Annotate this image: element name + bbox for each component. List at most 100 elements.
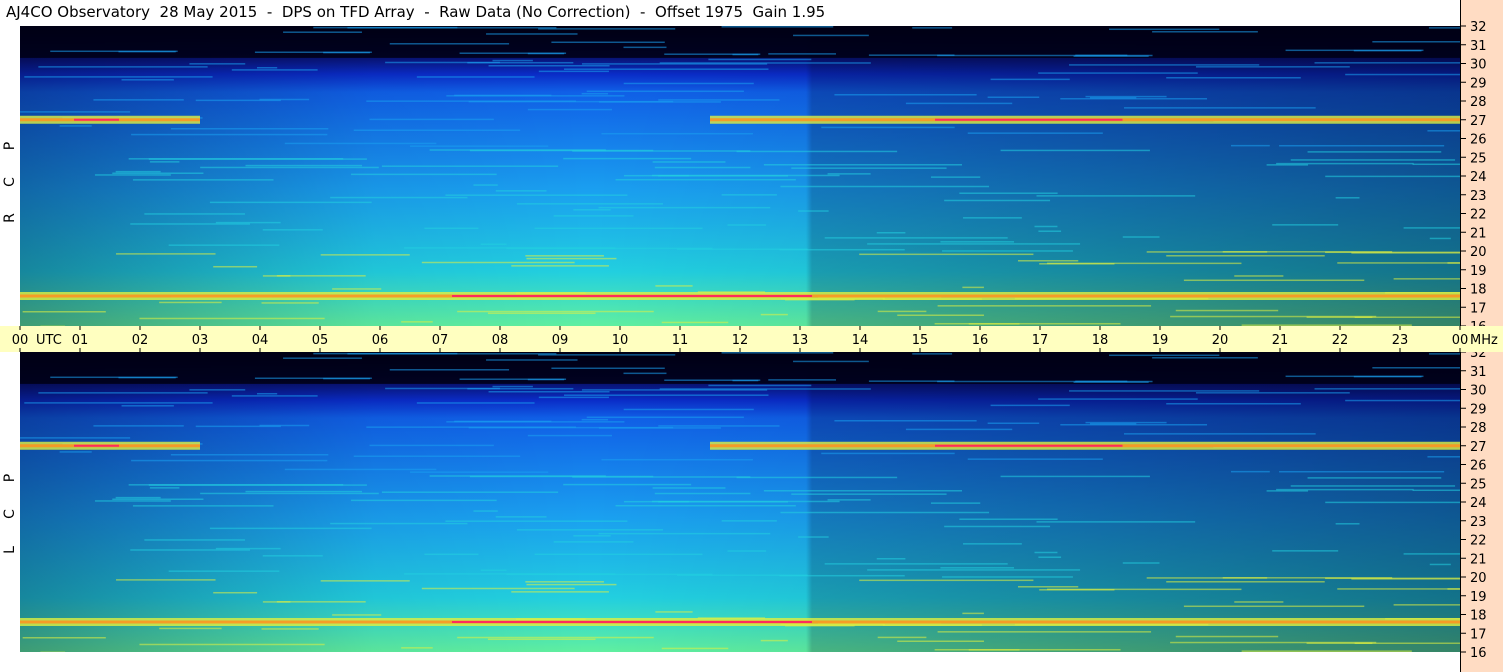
spectral-streak [655, 285, 693, 287]
spectral-streak [1393, 604, 1460, 606]
spectral-streak [793, 360, 869, 363]
spectral-streak [859, 579, 1034, 582]
spectral-streak [283, 31, 362, 33]
spectral-streak [877, 310, 927, 313]
spectral-streak [1069, 390, 1260, 392]
spectral-streak [189, 389, 246, 391]
spectral-streak [369, 444, 494, 447]
frequency-tick-label: 25 [1470, 477, 1487, 492]
spectral-streak [209, 527, 372, 530]
spectral-streak [824, 237, 1008, 239]
spectral-streak [768, 53, 836, 55]
spectral-streak [1290, 485, 1456, 487]
spectral-streak [897, 640, 984, 642]
spectral-streak [332, 614, 382, 616]
frequency-tick-label: 18 [1470, 609, 1487, 624]
spectral-streak [20, 111, 131, 113]
spectral-streak [791, 493, 947, 495]
spectral-streak [661, 321, 729, 324]
spectral-streak [1353, 49, 1422, 52]
spectral-streak [1069, 64, 1260, 66]
spectral-streak [1060, 98, 1208, 100]
spectral-streak [261, 628, 319, 630]
spectral-streak [1447, 262, 1460, 264]
spectral-streak [763, 164, 963, 166]
spectral-streak [834, 420, 977, 422]
spectral-streak [967, 132, 1103, 134]
spectral-streak [144, 539, 246, 541]
frequency-tick-label: 17 [1470, 627, 1487, 642]
spectral-streak [257, 66, 278, 69]
spectral-streak [538, 70, 609, 73]
spectral-streak [492, 385, 533, 388]
spectral-streak [24, 76, 213, 78]
spectral-streak [1017, 586, 1079, 588]
spectral-streak [944, 525, 1051, 528]
spectral-streak [623, 372, 667, 375]
spectral-streak [1427, 456, 1460, 458]
spectral-streak [654, 492, 751, 495]
frequency-tick-label: 31 [1470, 39, 1487, 54]
spectral-streak [962, 286, 984, 289]
spectral-streak [623, 408, 754, 411]
spectral-streak [934, 322, 1121, 325]
spectral-streak [1152, 357, 1258, 359]
spectral-streak [1183, 279, 1365, 282]
time-tick-label: 09 [552, 333, 569, 348]
spectral-streak [492, 59, 533, 62]
spectral-streak [654, 166, 751, 169]
spectral-streak [259, 98, 310, 101]
spectral-streak [1166, 581, 1325, 583]
spectral-streak [245, 490, 363, 493]
time-tick-label: 16 [972, 333, 989, 348]
frequency-tick-label: 17 [1470, 301, 1487, 316]
frequency-axis-top-svg: 1617181920212223242526272829303132 [1460, 0, 1487, 326]
spectral-streak [1403, 553, 1460, 555]
spectral-streak [655, 611, 693, 613]
spectral-streak [381, 165, 559, 167]
spectral-streak [454, 420, 552, 423]
spectral-streak [912, 27, 953, 29]
spectral-streak [347, 353, 557, 355]
spectral-streak [473, 184, 498, 186]
frequency-tick-label: 27 [1470, 114, 1487, 129]
spectral-streak [534, 227, 703, 230]
frequency-tick-label: 26 [1470, 133, 1487, 148]
spectral-streak [487, 638, 596, 641]
spectral-streak [990, 78, 1070, 81]
spectral-streak [1412, 163, 1460, 166]
spectral-streak [468, 426, 674, 429]
time-tick-label: 19 [1152, 333, 1169, 348]
spectral-streak [1345, 399, 1460, 402]
spectral-streak [581, 63, 768, 65]
spectral-streak [598, 532, 771, 535]
spectral-streak [798, 210, 829, 212]
spectral-streak [424, 553, 479, 556]
spectral-streak [1241, 650, 1412, 652]
spectral-streak [601, 132, 753, 135]
spectral-streak [416, 402, 535, 404]
spectrogram-lcp-plot [20, 352, 1460, 652]
frequency-tick-label: 19 [1470, 264, 1487, 279]
spectral-streak [963, 543, 1022, 545]
frequency-tick-label: 22 [1470, 208, 1487, 223]
interference-band-peak [74, 118, 119, 121]
spectral-streak [511, 591, 609, 593]
spectral-streak [1073, 381, 1149, 383]
frequency-tick-label: 19 [1470, 590, 1487, 605]
spectral-streak [760, 639, 788, 642]
spectral-streak [768, 379, 836, 381]
spectral-streak [245, 164, 363, 167]
spectral-streak [262, 229, 323, 231]
spectral-streak [760, 313, 788, 316]
spectral-streak [320, 580, 410, 582]
spectral-streak [320, 254, 410, 256]
spectral-streak [1234, 275, 1284, 277]
spectral-streak [410, 471, 549, 473]
spectral-streak [516, 529, 663, 531]
spectral-streak [940, 567, 1015, 569]
spectral-streak [967, 458, 1103, 460]
spectral-streak [1335, 523, 1360, 525]
spectral-streak [369, 118, 494, 121]
spectral-streak [658, 501, 788, 503]
